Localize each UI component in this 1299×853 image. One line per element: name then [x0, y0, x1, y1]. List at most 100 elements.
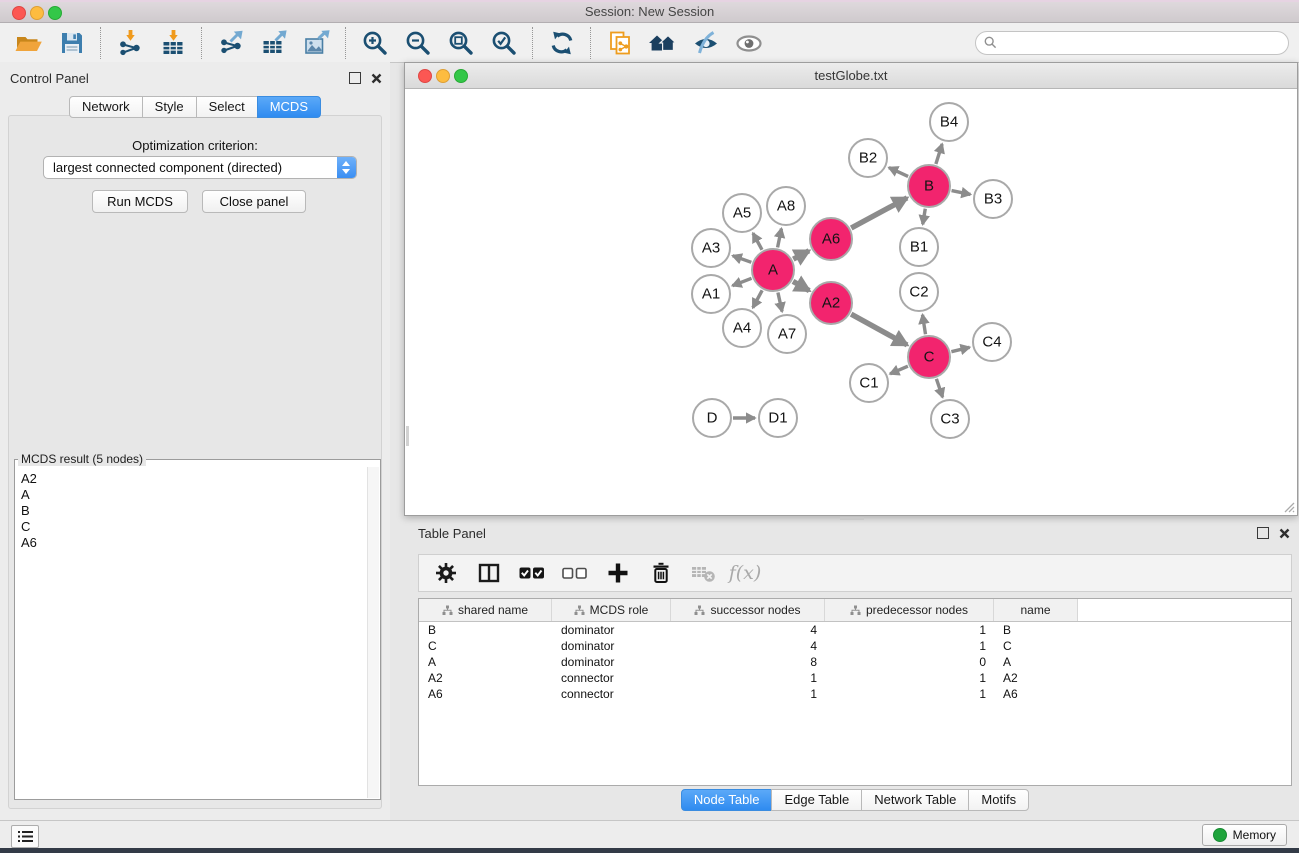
table-cell[interactable]: dominator: [552, 654, 671, 670]
clone-network-button[interactable]: [598, 26, 641, 60]
table-cell[interactable]: dominator: [552, 622, 671, 638]
edge-A-A7[interactable]: [778, 292, 782, 311]
save-session-button[interactable]: [50, 26, 93, 60]
table-cell[interactable]: 1: [825, 638, 994, 654]
delete-column-button[interactable]: [648, 560, 674, 586]
node-B1[interactable]: B1: [900, 228, 938, 266]
export-network-button[interactable]: [209, 26, 252, 60]
table-cell[interactable]: A: [994, 654, 1078, 670]
deselect-all-checkboxes-button[interactable]: [562, 560, 588, 586]
run-mcds-button[interactable]: Run MCDS: [92, 190, 188, 213]
tab-network[interactable]: Network: [69, 96, 143, 118]
node-B3[interactable]: B3: [974, 180, 1012, 218]
open-session-button[interactable]: [7, 26, 50, 60]
edge-B-B3[interactable]: [952, 191, 971, 195]
table-cell[interactable]: 1: [825, 686, 994, 702]
table-cell[interactable]: A6: [419, 686, 552, 702]
network-window-titlebar[interactable]: testGlobe.txt: [405, 63, 1297, 89]
tab-motifs[interactable]: Motifs: [968, 789, 1029, 811]
add-column-button[interactable]: [605, 560, 631, 586]
settings-button[interactable]: [433, 560, 459, 586]
node-C3[interactable]: C3: [931, 400, 969, 438]
edge-B-B1[interactable]: [923, 209, 926, 225]
table-cell[interactable]: C: [994, 638, 1078, 654]
node-A8[interactable]: A8: [767, 187, 805, 225]
node-B[interactable]: B: [908, 165, 950, 207]
export-image-button[interactable]: [295, 26, 338, 60]
table-cell[interactable]: B: [994, 622, 1078, 638]
edge-A2-C[interactable]: [851, 314, 907, 345]
zoom-in-button[interactable]: [353, 26, 396, 60]
node-C[interactable]: C: [908, 336, 950, 378]
table-cell[interactable]: A6: [994, 686, 1078, 702]
edge-B-B2[interactable]: [889, 168, 908, 177]
table-cell[interactable]: 4: [671, 638, 825, 654]
node-A4[interactable]: A4: [723, 309, 761, 347]
search-box[interactable]: [975, 31, 1289, 55]
edge-A-A4[interactable]: [753, 290, 762, 307]
mcds-result-list[interactable]: A2ABCA6: [16, 467, 367, 798]
table-cell[interactable]: B: [419, 622, 552, 638]
task-history-button[interactable]: [11, 825, 39, 848]
table-cell[interactable]: 1: [825, 622, 994, 638]
show-all-button[interactable]: [727, 26, 770, 60]
table-cell[interactable]: A: [419, 654, 552, 670]
function-builder-button[interactable]: f(x): [734, 560, 760, 586]
zoom-fit-button[interactable]: [439, 26, 482, 60]
table-cell[interactable]: 1: [671, 686, 825, 702]
refresh-button[interactable]: [540, 26, 583, 60]
table-cell[interactable]: C: [419, 638, 552, 654]
float-panel-icon[interactable]: [1257, 527, 1269, 539]
zoom-out-button[interactable]: [396, 26, 439, 60]
column-header-mcds-role[interactable]: MCDS role: [552, 599, 671, 621]
tab-style[interactable]: Style: [142, 96, 197, 118]
node-B4[interactable]: B4: [930, 103, 968, 141]
close-panel-icon[interactable]: [371, 73, 382, 84]
node-table[interactable]: shared nameMCDS rolesuccessor nodesprede…: [418, 598, 1292, 786]
edge-A-A2[interactable]: [793, 281, 809, 290]
edge-A-A8[interactable]: [778, 229, 782, 248]
table-row[interactable]: A6connector11A6: [419, 686, 1291, 702]
node-A5[interactable]: A5: [723, 194, 761, 232]
node-A6[interactable]: A6: [810, 218, 852, 260]
node-C1[interactable]: C1: [850, 364, 888, 402]
import-table-button[interactable]: [151, 26, 194, 60]
table-cell[interactable]: connector: [552, 670, 671, 686]
tab-edge-table[interactable]: Edge Table: [771, 789, 862, 811]
import-network-button[interactable]: [108, 26, 151, 60]
node-A2[interactable]: A2: [810, 282, 852, 324]
table-cell[interactable]: 1: [671, 670, 825, 686]
table-cell[interactable]: A2: [419, 670, 552, 686]
edge-C-C3[interactable]: [936, 379, 942, 397]
resize-grip-icon[interactable]: [1283, 501, 1295, 513]
float-panel-icon[interactable]: [349, 72, 361, 84]
column-header-name[interactable]: name: [994, 599, 1078, 621]
node-D[interactable]: D: [693, 399, 731, 437]
home-button[interactable]: [641, 26, 684, 60]
node-D1[interactable]: D1: [759, 399, 797, 437]
delete-table-button[interactable]: [691, 560, 717, 586]
edge-A-A5[interactable]: [753, 233, 762, 250]
node-A7[interactable]: A7: [768, 315, 806, 353]
close-panel-button[interactable]: Close panel: [202, 190, 306, 213]
show-column-button[interactable]: [476, 560, 502, 586]
edge-C-C1[interactable]: [890, 366, 908, 374]
node-A1[interactable]: A1: [692, 275, 730, 313]
network-vscroll-mark[interactable]: [406, 426, 409, 446]
table-cell[interactable]: connector: [552, 686, 671, 702]
edge-A-A6[interactable]: [793, 251, 809, 259]
hide-selected-button[interactable]: [684, 26, 727, 60]
node-A3[interactable]: A3: [692, 229, 730, 267]
table-row[interactable]: Adominator80A: [419, 654, 1291, 670]
table-row[interactable]: Cdominator41C: [419, 638, 1291, 654]
edge-A6-B[interactable]: [851, 198, 907, 228]
node-B2[interactable]: B2: [849, 139, 887, 177]
table-cell[interactable]: 8: [671, 654, 825, 670]
network-canvas[interactable]: B4B2BB3A8A5A6B1A3AC2A1A2A4A7C4CC1C3DD1: [405, 89, 1297, 515]
column-header-successor-nodes[interactable]: successor nodes: [671, 599, 825, 621]
edge-B-B4[interactable]: [936, 144, 942, 164]
node-C4[interactable]: C4: [973, 323, 1011, 361]
optimization-criterion-dropdown[interactable]: largest connected component (directed): [43, 156, 357, 179]
search-input[interactable]: [1002, 35, 1280, 51]
edge-A-A1[interactable]: [732, 278, 751, 285]
